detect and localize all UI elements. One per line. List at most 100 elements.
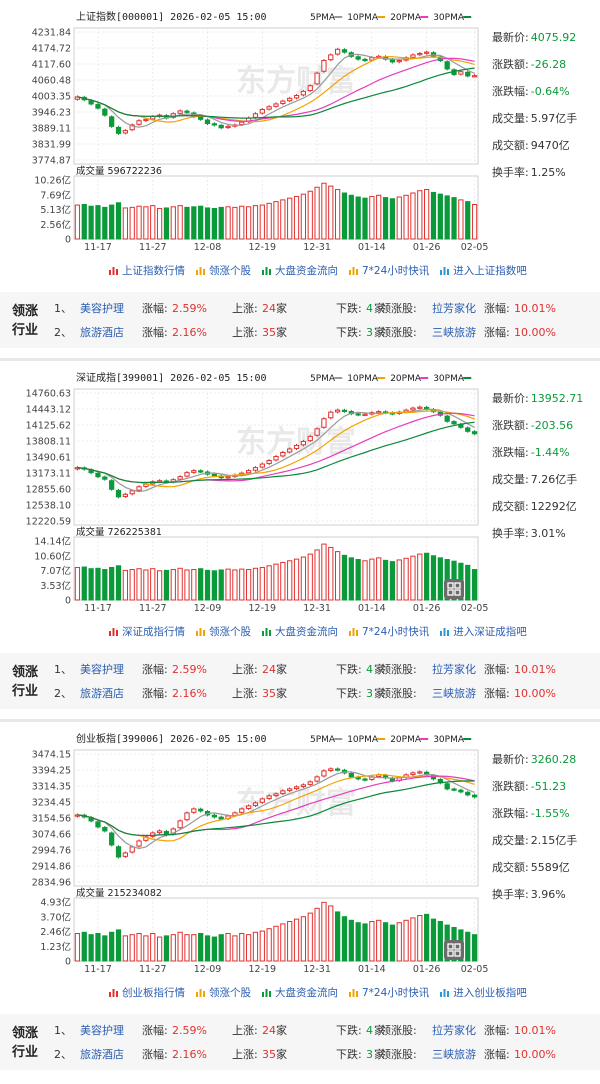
candle [252, 466, 259, 472]
price-tick-label: 3074.66 [32, 830, 71, 841]
quick-link[interactable]: 领涨个股 [195, 987, 251, 999]
lead-stock-link[interactable]: 拉芳家化 [432, 1020, 476, 1042]
lead-stock-link[interactable]: 三峡旅游 [432, 683, 476, 705]
volume-bar [109, 931, 115, 962]
volume-bar [252, 205, 259, 240]
quick-link[interactable]: 进入创业板指吧 [439, 987, 527, 999]
quick-link[interactable]: 7*24小时快讯 [348, 987, 429, 999]
quick-link-text: 创业板指行情 [122, 987, 185, 999]
unit: 家 [276, 687, 287, 700]
lead-change-value: 10.00% [514, 326, 556, 339]
volume-bar [341, 554, 348, 601]
quick-link[interactable]: 7*24小时快讯 [348, 265, 429, 277]
volume-bar [150, 205, 156, 240]
quote-label: 成交量: [492, 112, 529, 125]
volume-bar [259, 566, 265, 601]
down-count: 3 [366, 326, 373, 339]
lead-stock-label: 领涨股: [380, 302, 417, 315]
up-label: 上涨: [232, 1024, 258, 1037]
quick-link-text: 领涨个股 [209, 987, 251, 999]
quote-label: 涨跌额: [492, 419, 529, 432]
quick-link[interactable]: 创业板指行情 [108, 987, 185, 999]
volume-tick-label: 7.07亿 [40, 565, 71, 577]
volume-bar [437, 193, 443, 240]
candle [437, 777, 443, 785]
industry-name-link[interactable]: 美容护理 [80, 298, 124, 320]
date-tick-label: 11-27 [139, 964, 167, 975]
quote-label: 成交额: [492, 139, 529, 152]
lead-stock-link[interactable]: 拉芳家化 [432, 659, 476, 681]
quote-value: 3.96% [530, 888, 566, 901]
volume-bar [471, 569, 478, 601]
volume-tick-label: 7.69亿 [40, 189, 71, 201]
industry-name-link[interactable]: 美容护理 [80, 1020, 124, 1042]
expand-chart-button[interactable] [444, 940, 464, 960]
volume-tick-label: 3.70亿 [40, 911, 71, 923]
ma-legend-label: 30PMA [433, 735, 465, 745]
candle [184, 811, 190, 822]
volume-bar [444, 195, 450, 240]
quick-link[interactable]: 上证指数行情 [108, 265, 185, 277]
volume-bar [245, 569, 252, 601]
industry-name-link[interactable]: 旅游酒店 [80, 322, 124, 344]
lead-stock-link[interactable]: 拉芳家化 [432, 298, 476, 320]
quote-row: 最新价: 4075.92 [492, 24, 598, 51]
ma-legend-label: 5PMA [310, 13, 336, 23]
candle [328, 410, 334, 420]
volume-tick-label: 2.56亿 [40, 219, 71, 231]
quick-link[interactable]: 深证成指行情 [108, 626, 185, 638]
quick-link[interactable]: 大盘资金流向 [261, 987, 338, 999]
volume-bar [348, 919, 354, 962]
industry-name-link[interactable]: 美容护理 [80, 659, 124, 681]
volume-label: 成交量 726225381 [76, 526, 162, 538]
volume-bar [382, 922, 389, 962]
volume-tick-label: 0 [65, 235, 71, 246]
quick-link[interactable]: 大盘资金流向 [261, 265, 338, 277]
volume-tick-label: 0 [65, 596, 71, 607]
ma-legend-label: 5PMA [310, 374, 336, 384]
volume-bar [191, 206, 197, 240]
price-tick-label: 12220.59 [26, 517, 71, 528]
quick-link[interactable]: 7*24小时快讯 [348, 626, 429, 638]
volume-bar [369, 558, 375, 601]
price-tick-label: 3314.35 [32, 782, 71, 793]
volume-bar [471, 934, 478, 962]
expand-chart-button[interactable] [444, 579, 464, 599]
volume-bar [300, 193, 307, 240]
quick-link[interactable]: 进入深证成指吧 [439, 626, 527, 638]
volume-bar [218, 569, 224, 601]
ma-legend-label: 10PMA [347, 735, 379, 745]
lead-change-label: 涨幅: [484, 326, 510, 339]
quote-row: 涨跌额: -26.28 [492, 51, 598, 78]
date-tick-label: 12-31 [303, 964, 331, 975]
lead-stock-link[interactable]: 三峡旅游 [432, 322, 476, 344]
quote-value: 5.97亿手 [530, 112, 578, 125]
volume-bar [362, 560, 368, 601]
quote-row: 成交额: 9470亿 [492, 132, 598, 159]
volume-tick-label: 0 [65, 957, 71, 968]
quick-link[interactable]: 进入上证指数吧 [439, 265, 527, 277]
quote-row: 换手率: 3.96% [492, 881, 598, 908]
date-tick-label: 12-09 [194, 603, 222, 614]
volume-bar [382, 559, 389, 601]
volume-bar [115, 929, 122, 962]
lead-change-label: 涨幅: [484, 302, 510, 315]
quick-link[interactable]: 大盘资金流向 [261, 626, 338, 638]
volume-bar [376, 557, 382, 601]
candle [280, 99, 286, 106]
lead-stock-link[interactable]: 三峡旅游 [432, 1044, 476, 1066]
candle [115, 125, 122, 135]
industry-name-link[interactable]: 旅游酒店 [80, 1044, 124, 1066]
candle [424, 50, 430, 55]
volume-bar [218, 206, 224, 240]
quote-row: 成交量: 7.26亿手 [492, 466, 598, 493]
quick-links: 创业板指行情 领涨个股 大盘资金流向 7*24小时快讯 进入创业板指吧 [108, 985, 537, 1000]
quick-link[interactable]: 领涨个股 [195, 626, 251, 638]
volume-bar [129, 206, 135, 240]
quick-link[interactable]: 领涨个股 [195, 265, 251, 277]
industry-name-link[interactable]: 旅游酒店 [80, 683, 124, 705]
volume-bar [239, 932, 245, 962]
volume-bar [122, 935, 128, 962]
quick-link-text: 进入创业板指吧 [453, 987, 527, 999]
candle [177, 109, 183, 115]
